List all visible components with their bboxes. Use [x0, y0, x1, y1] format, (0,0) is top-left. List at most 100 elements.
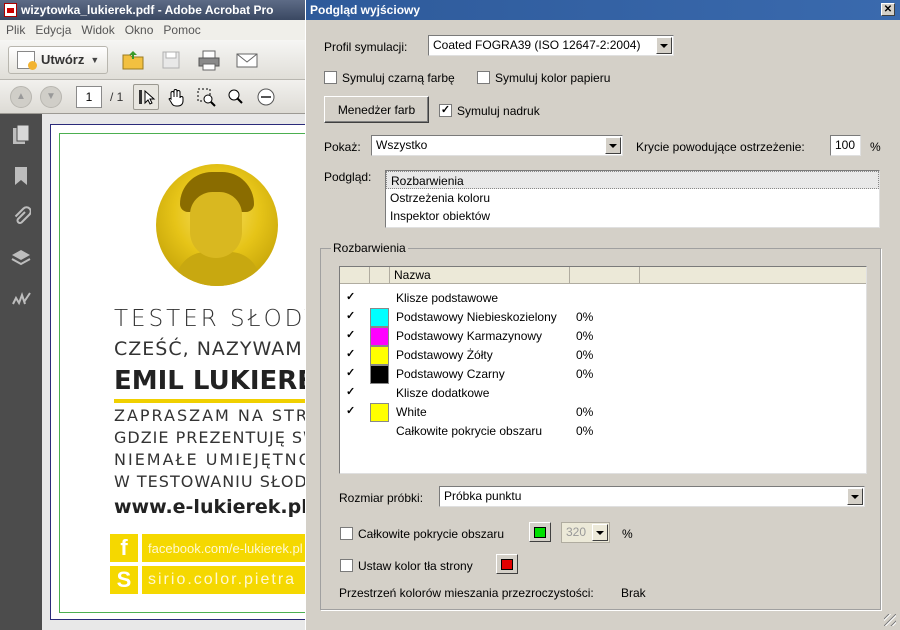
color-swatch-icon — [370, 403, 389, 422]
table-row[interactable]: Całkowite pokrycie obszaru 0% — [340, 422, 866, 441]
table-row[interactable]: ✓ Klisze podstawowe — [340, 289, 866, 308]
page-thumbnails-icon[interactable] — [11, 124, 31, 149]
marquee-zoom-icon[interactable] — [193, 84, 219, 110]
acrobat-main-toolbar: Utwórz ▼ — [0, 40, 305, 80]
card-name: EMIL LUKIEREK — [114, 366, 307, 396]
signatures-icon[interactable] — [10, 288, 32, 313]
color-swatch-icon — [370, 327, 389, 346]
ink-manager-button[interactable]: Menedżer farb — [324, 96, 429, 123]
chevron-down-icon[interactable] — [847, 488, 863, 505]
sample-size-select[interactable]: Próbka punktu — [439, 486, 865, 507]
separation-name: Całkowite pokrycie obszaru — [396, 424, 543, 438]
simulate-overprint-label: Symuluj nadruk — [457, 104, 540, 118]
next-page-icon[interactable]: ▼ — [40, 85, 62, 108]
show-select[interactable]: Wszystko — [371, 135, 623, 156]
table-row[interactable]: ✓ White 0% — [340, 403, 866, 422]
attachments-icon[interactable] — [11, 206, 32, 231]
table-row[interactable]: ✓ Podstawowy Czarny 0% — [340, 365, 866, 384]
acrobat-menu-bar: Plik Edycja Widok Okno Pomoc — [0, 20, 305, 40]
total-coverage-checkbox[interactable] — [340, 527, 353, 540]
coverage-warning-label: Krycie powodujące ostrzeżenie: — [636, 140, 805, 154]
header-name[interactable]: Nazwa — [390, 267, 570, 284]
print-icon[interactable] — [196, 47, 222, 73]
preview-item-object-inspector[interactable]: Inspektor obiektów — [386, 207, 879, 225]
facebook-text: facebook.com/e-lukierek.pl — [142, 534, 307, 562]
simulate-overprint-checkbox[interactable]: ✓ — [439, 104, 452, 117]
resize-grip-icon[interactable] — [884, 614, 896, 626]
preview-item-separations[interactable]: Rozbarwienia — [386, 171, 879, 189]
facebook-row: f facebook.com/e-lukierek.pl — [110, 534, 307, 562]
page-background-color-button[interactable] — [496, 554, 518, 574]
profile-select[interactable]: Coated FOGRA39 (ISO 12647-2:2004) — [428, 35, 674, 56]
table-row[interactable]: ✓ Klisze dodatkowe — [340, 384, 866, 403]
total-coverage-color-button[interactable] — [529, 522, 551, 542]
table-header: Nazwa — [340, 267, 866, 284]
hand-tool-icon[interactable] — [163, 84, 189, 110]
bookmarks-icon[interactable] — [11, 165, 31, 190]
table-row[interactable]: ✓ Podstawowy Karmazynowy 0% — [340, 327, 866, 346]
chevron-down-icon[interactable] — [605, 137, 621, 154]
coverage-warning-input[interactable]: 100 — [830, 135, 861, 156]
card-line-7: W TESTOWANIU SŁODYCZY — [114, 472, 307, 491]
separation-name: Podstawowy Karmazynowy — [396, 329, 543, 343]
page-background-checkbox[interactable] — [340, 559, 353, 572]
table-row[interactable]: ✓ Podstawowy Niebieskozielony 0% — [340, 308, 866, 327]
menu-edit[interactable]: Edycja — [35, 23, 71, 37]
pdf-page: TESTER SŁODYCZY CZEŚĆ, NAZYWAM SIĘ EMIL … — [50, 124, 308, 620]
profile-label: Profil symulacji: — [324, 40, 408, 54]
preview-list: Rozbarwienia Ostrzeżenia koloru Inspekto… — [385, 170, 880, 228]
separation-checkbox[interactable]: ✓ — [346, 387, 357, 398]
table-row[interactable]: ✓ Podstawowy Żółty 0% — [340, 346, 866, 365]
skype-row: S sirio.color.pietra — [110, 566, 307, 594]
save-icon[interactable] — [158, 47, 184, 73]
create-button[interactable]: Utwórz ▼ — [8, 45, 109, 74]
separation-checkbox[interactable]: ✓ — [346, 311, 357, 322]
page-number-input[interactable]: 1 — [76, 85, 102, 108]
menu-window[interactable]: Okno — [125, 23, 154, 37]
total-coverage-label: Całkowite pokrycie obszaru — [358, 527, 505, 541]
blend-space-label: Przestrzeń kolorów mieszania przezroczys… — [339, 586, 594, 600]
separation-name: Podstawowy Żółty — [396, 348, 493, 362]
card-line-title: TESTER SŁODYCZY — [114, 306, 307, 332]
card-line-4: ZAPRASZAM NA STRONĘ — [114, 406, 308, 425]
blend-space-value: Brak — [621, 586, 646, 600]
preview-label: Podgląd: — [324, 170, 372, 184]
color-swatch-icon — [501, 558, 513, 570]
chevron-down-icon[interactable] — [592, 524, 608, 541]
separation-value: 0% — [576, 348, 594, 362]
zoom-out-icon[interactable] — [253, 84, 279, 110]
zoom-icon[interactable] — [223, 84, 249, 110]
separation-checkbox[interactable] — [346, 425, 357, 436]
separations-table: Nazwa ✓ Klisze podstawowe ✓ Podstawowy Nieb… — [339, 266, 867, 474]
separations-group-label: Rozbarwienia — [331, 241, 408, 255]
close-icon[interactable]: ✕ — [881, 3, 895, 16]
separation-checkbox[interactable]: ✓ — [346, 330, 357, 341]
show-label: Pokaż: — [324, 140, 361, 154]
separation-checkbox[interactable]: ✓ — [346, 368, 357, 379]
document-area: TESTER SŁODYCZY CZEŚĆ, NAZYWAM SIĘ EMIL … — [42, 114, 308, 630]
select-tool-icon[interactable] — [133, 83, 160, 110]
separation-checkbox[interactable]: ✓ — [346, 349, 357, 360]
preview-item-color-warnings[interactable]: Ostrzeżenia koloru — [386, 189, 879, 207]
separation-checkbox[interactable]: ✓ — [346, 406, 357, 417]
separation-name: Podstawowy Czarny — [396, 367, 505, 381]
name-underline — [114, 399, 307, 403]
page-background-label: Ustaw kolor tła strony — [358, 559, 473, 573]
menu-view[interactable]: Widok — [81, 23, 114, 37]
previous-page-icon[interactable]: ▲ — [10, 85, 32, 108]
navigation-pane — [0, 114, 42, 630]
simulate-paper-checkbox[interactable] — [477, 71, 490, 84]
separation-value: 0% — [576, 405, 594, 419]
menu-help[interactable]: Pomoc — [163, 23, 200, 37]
separation-checkbox[interactable]: ✓ — [346, 292, 357, 303]
layers-icon[interactable] — [10, 247, 32, 272]
color-swatch-icon — [370, 346, 389, 365]
menu-file[interactable]: Plik — [6, 23, 25, 37]
simulate-black-checkbox[interactable] — [324, 71, 337, 84]
total-coverage-spinner[interactable]: 320 — [561, 522, 610, 543]
chevron-down-icon[interactable] — [656, 37, 672, 54]
open-folder-icon[interactable] — [120, 47, 146, 73]
card-line-intro: CZEŚĆ, NAZYWAM SIĘ — [114, 338, 307, 360]
sample-size-value: Próbka punktu — [444, 489, 522, 503]
email-icon[interactable] — [234, 47, 260, 73]
